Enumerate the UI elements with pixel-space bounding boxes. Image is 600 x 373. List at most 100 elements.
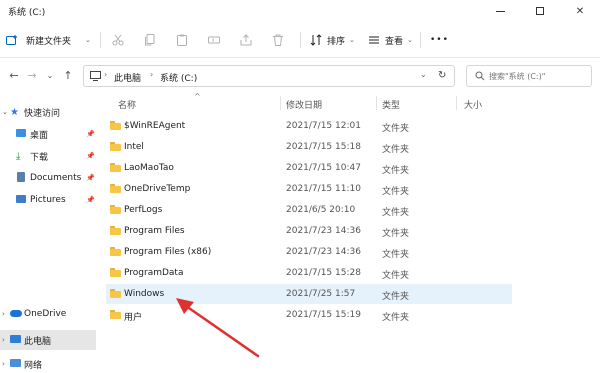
clipboard-icon (177, 34, 187, 46)
table-row[interactable]: 用户 2021/7/15 15:19 文件夹 (106, 305, 512, 325)
chevron-down-icon[interactable]: ⌄ (420, 70, 427, 79)
table-row[interactable]: Intel 2021/7/15 15:18 文件夹 (106, 137, 512, 157)
file-date: 2021/7/15 15:19 (286, 310, 361, 320)
folder-icon (110, 163, 121, 172)
sidebar-item-quick-access[interactable]: ⌄ ★ 快速访问 (0, 102, 96, 122)
table-row[interactable]: $WinREAgent 2021/7/15 12:01 文件夹 (106, 116, 512, 136)
table-row[interactable]: PerfLogs 2021/6/5 20:10 文件夹 (106, 200, 512, 220)
chevron-right-icon: › (104, 70, 108, 79)
more-options-button[interactable]: ••• (430, 30, 449, 50)
search-box[interactable]: 搜索"系统 (C:)" (466, 65, 592, 87)
file-date: 2021/7/15 12:01 (286, 121, 361, 131)
paste-button[interactable] (176, 30, 188, 50)
file-type: 文件夹 (382, 187, 410, 197)
sidebar-item-label: 桌面 (30, 130, 49, 141)
sidebar-item-pictures[interactable]: Pictures 📌 (0, 190, 96, 210)
arrow-right-icon: → (27, 68, 37, 82)
column-divider[interactable] (376, 96, 377, 110)
network-icon (10, 359, 21, 367)
view-icon (369, 36, 379, 44)
recent-button[interactable]: ⌄ (42, 67, 58, 83)
column-type[interactable]: 类型 (382, 98, 400, 111)
column-name[interactable]: 名称 (118, 98, 136, 111)
copy-button[interactable] (144, 30, 156, 50)
file-name: Program Files (x86) (124, 247, 212, 257)
address-bar[interactable]: › 此电脑 › 系统 (C:) ⌄ ↻ (83, 65, 455, 87)
file-date: 2021/7/15 15:18 (286, 142, 361, 152)
sidebar-item-onedrive[interactable]: › OneDrive (0, 304, 96, 324)
file-name: Intel (124, 142, 144, 152)
cut-button[interactable] (112, 30, 124, 50)
table-row[interactable]: Program Files 2021/7/23 14:36 文件夹 (106, 221, 512, 241)
arrow-left-icon: ← (9, 68, 19, 82)
back-button[interactable]: ← (6, 67, 22, 83)
sidebar-item-label: OneDrive (24, 309, 67, 319)
table-row[interactable]: Program Files (x86) 2021/7/23 14:36 文件夹 (106, 242, 512, 262)
file-type: 文件夹 (382, 124, 410, 134)
column-date[interactable]: 修改日期 (286, 98, 322, 111)
sidebar-item-this-pc[interactable]: › 此电脑 (0, 330, 96, 350)
toolbar-divider (300, 32, 301, 48)
chevron-down-icon: ⌄ (85, 36, 91, 44)
table-row[interactable]: OneDriveTemp 2021/7/15 11:10 文件夹 (106, 179, 512, 199)
sort-icon (310, 34, 322, 46)
star-icon: ★ (10, 106, 19, 118)
maximize-button[interactable] (520, 0, 560, 22)
folder-icon (110, 310, 121, 319)
view-button[interactable]: 查看 ⌄ (368, 30, 413, 50)
close-button[interactable]: ✕ (560, 0, 600, 22)
desktop-icon (16, 129, 26, 137)
chevron-right-icon: › (2, 310, 5, 318)
file-name: OneDriveTemp (124, 184, 191, 194)
file-name: Windows (124, 289, 165, 299)
toolbar-divider (100, 32, 101, 48)
folder-icon (110, 268, 121, 277)
refresh-icon[interactable]: ↻ (438, 70, 446, 81)
breadcrumb-drive-c[interactable]: 系统 (C:) (160, 71, 197, 84)
file-date: 2021/7/23 14:36 (286, 247, 361, 257)
sidebar-item-downloads[interactable]: ⤓ 下载 📌 (0, 146, 96, 166)
sidebar-item-label: Documents (30, 173, 82, 183)
file-type: 文件夹 (382, 313, 410, 323)
computer-icon (90, 71, 101, 81)
folder-icon (110, 247, 121, 256)
cloud-icon (10, 310, 22, 317)
column-divider[interactable] (456, 96, 457, 110)
table-row[interactable]: LaoMaoTao 2021/7/15 10:47 文件夹 (106, 158, 512, 178)
sort-button[interactable]: 排序 ⌄ (310, 30, 355, 50)
sidebar-item-documents[interactable]: Documents 📌 (0, 168, 96, 188)
sort-ascending-icon: ^ (194, 92, 201, 101)
up-button[interactable]: ↑ (60, 67, 76, 83)
sidebar-item-desktop[interactable]: 桌面 📌 (0, 124, 96, 144)
file-date: 2021/7/23 14:36 (286, 226, 361, 236)
breadcrumb-this-pc[interactable]: 此电脑 (114, 71, 141, 84)
forward-button[interactable]: → (24, 67, 40, 83)
share-button[interactable] (240, 30, 252, 50)
minimize-button[interactable] (480, 0, 520, 22)
chevron-right-icon: › (2, 336, 5, 344)
table-row[interactable]: ProgramData 2021/7/15 15:28 文件夹 (106, 263, 512, 283)
trash-icon (273, 34, 283, 46)
sidebar-item-network[interactable]: › 网络 (0, 354, 96, 373)
folder-icon (110, 121, 121, 130)
maximize-icon (536, 7, 544, 15)
folder-icon (110, 142, 121, 151)
delete-button[interactable] (272, 30, 284, 50)
chevron-right-icon: › (2, 360, 5, 368)
toolbar-divider (420, 32, 421, 48)
column-header: ^ 名称 修改日期 类型 大小 (96, 92, 600, 114)
view-label: 查看 (385, 36, 404, 47)
close-icon: ✕ (575, 5, 585, 17)
file-name: Program Files (124, 226, 185, 236)
computer-icon (10, 335, 21, 343)
file-list: ^ 名称 修改日期 类型 大小 $WinREAgent 2021/7/15 12:… (96, 92, 600, 373)
column-divider[interactable] (280, 96, 281, 110)
rename-button[interactable] (208, 30, 220, 50)
picture-icon (16, 195, 26, 203)
new-folder-icon (6, 35, 17, 45)
table-row[interactable]: Windows 2021/7/25 1:57 文件夹 (106, 284, 512, 304)
chevron-down-icon: ⌄ (407, 36, 413, 44)
new-folder-button[interactable]: 新建文件夹 ⌄ (6, 30, 91, 50)
ellipsis-icon: ••• (430, 35, 449, 45)
column-size[interactable]: 大小 (464, 98, 482, 111)
